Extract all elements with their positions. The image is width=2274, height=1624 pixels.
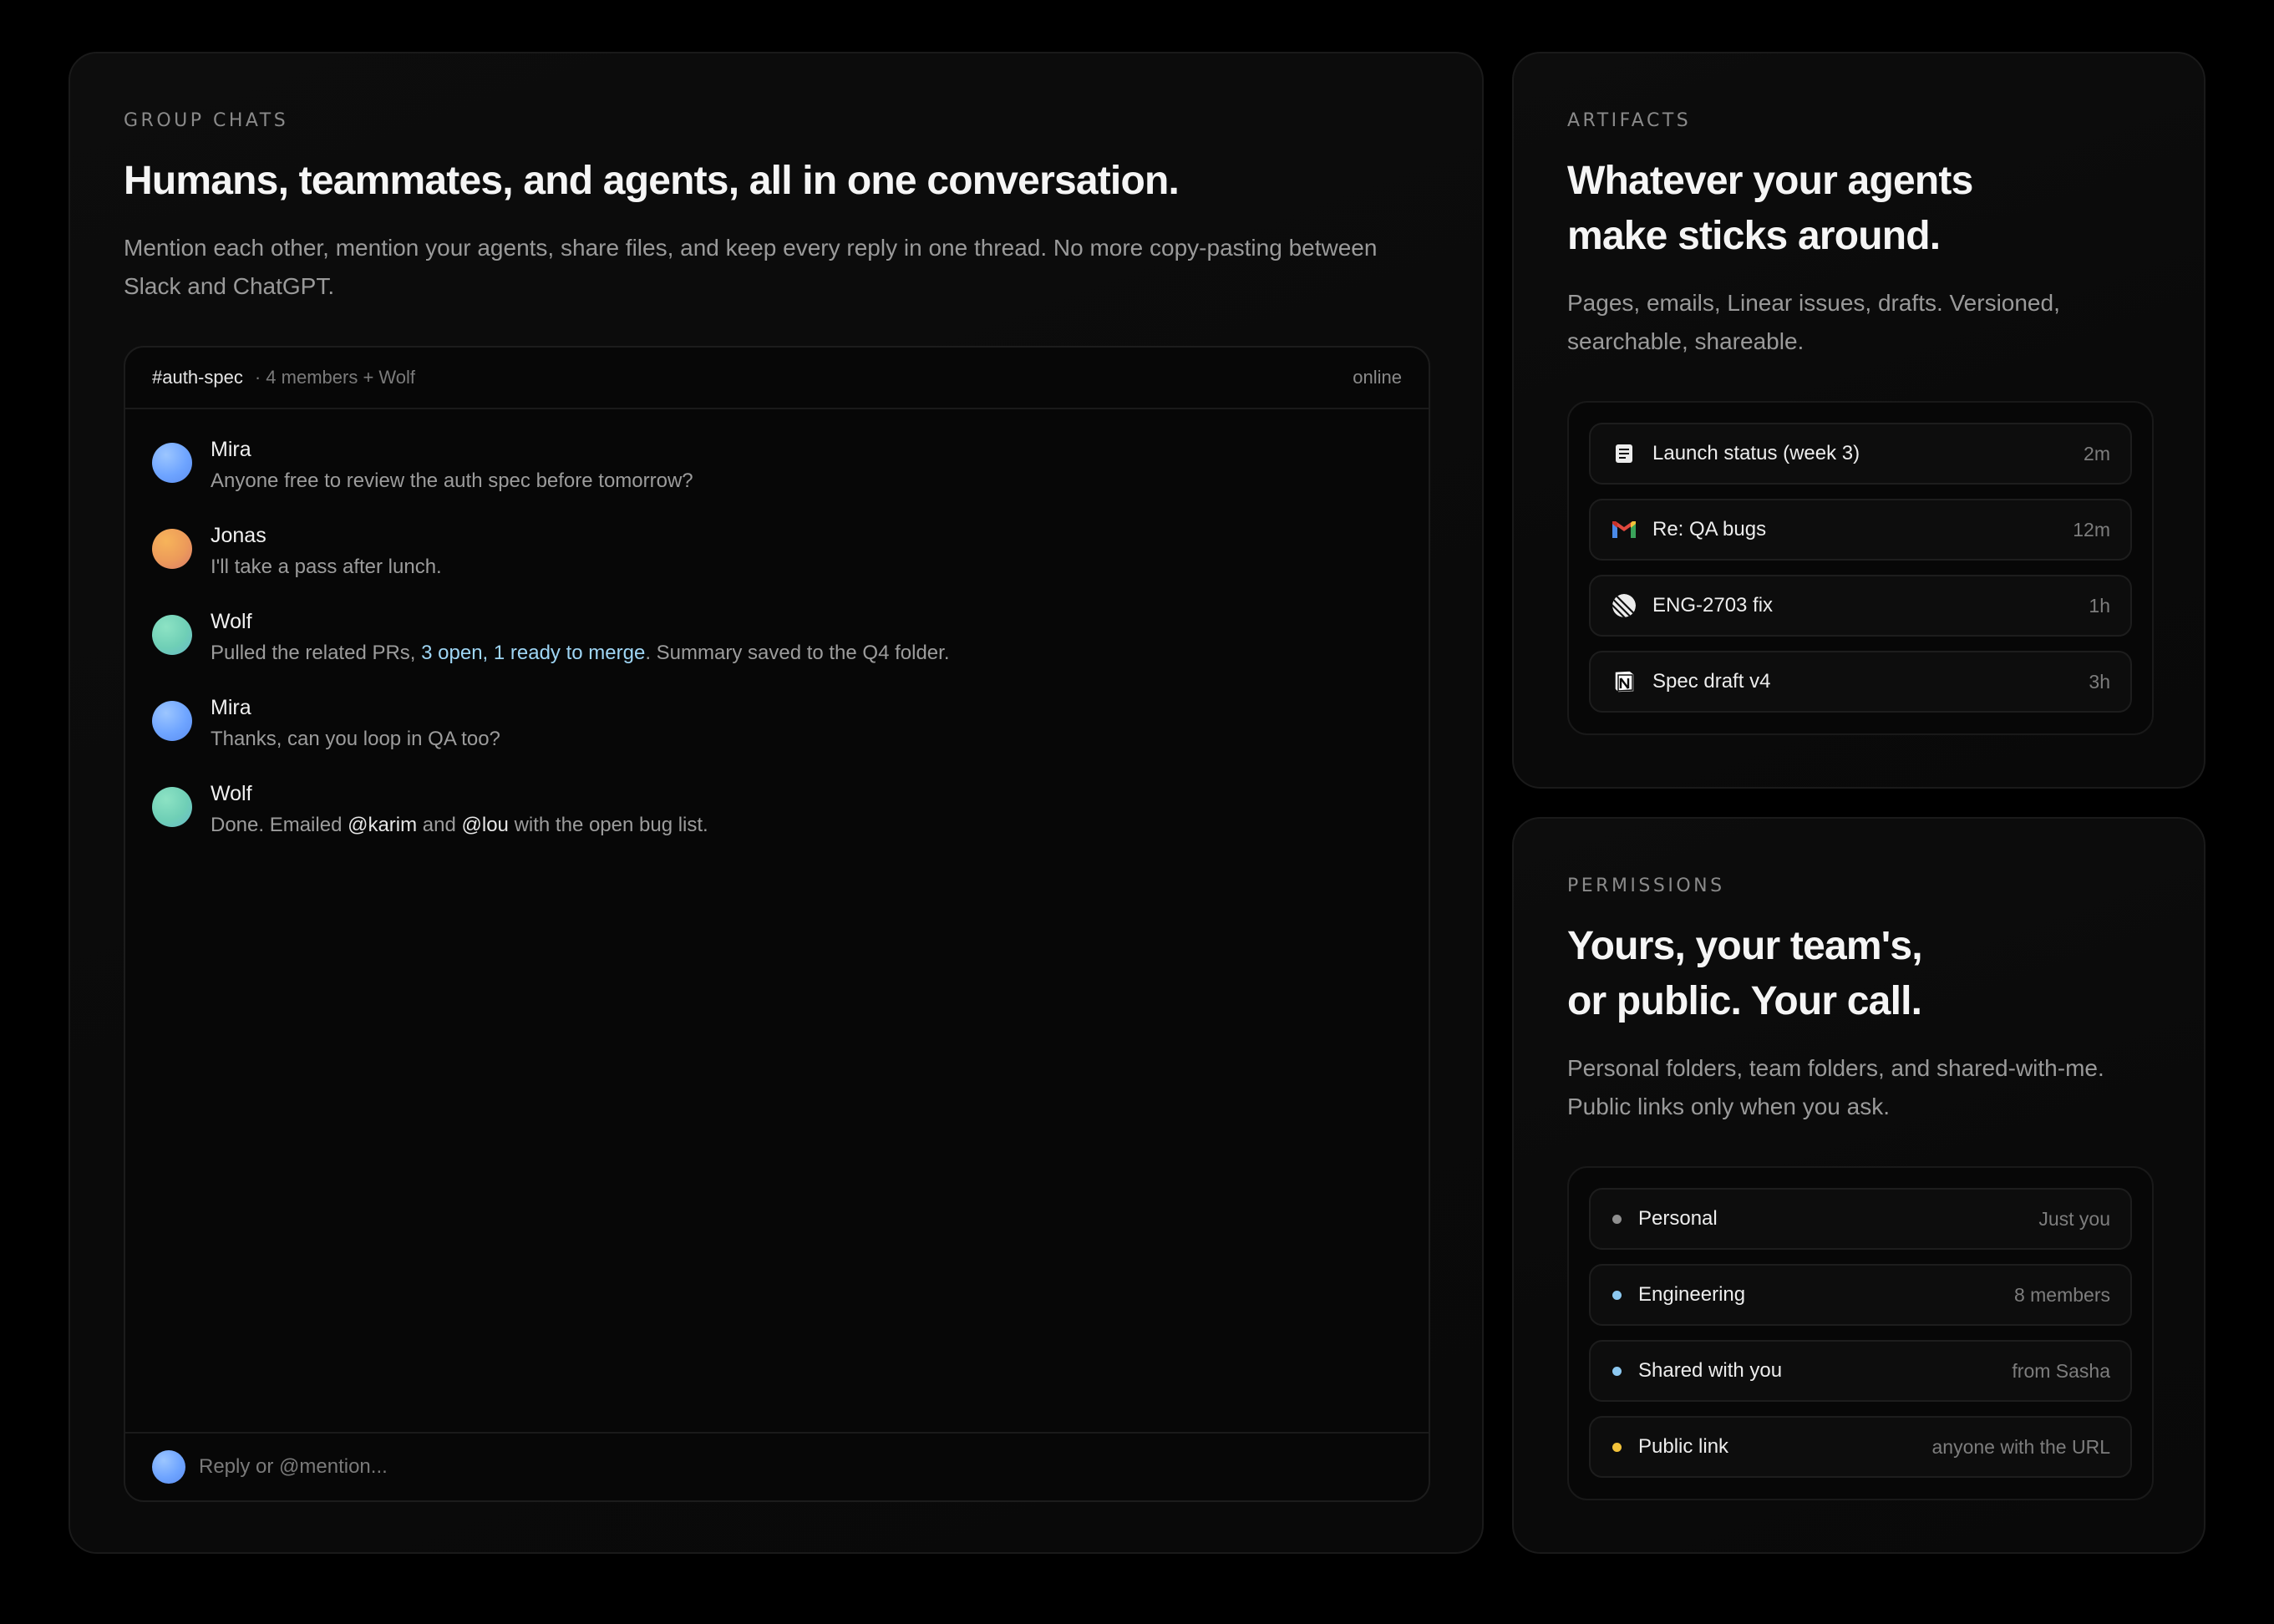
reply-composer [125, 1432, 1429, 1500]
online-status: online [1353, 367, 1402, 388]
permission-row-shared[interactable]: Shared with you from Sasha [1589, 1340, 2132, 1402]
message-text-before: Pulled the related PRs, [211, 642, 422, 664]
message-sender[interactable]: Wolf [211, 779, 708, 809]
description-line-1: Mention each other, mention your agents,… [124, 235, 1378, 261]
channel-members: · 4 members + Wolf [254, 367, 416, 388]
avatar[interactable] [152, 787, 192, 827]
message-sender[interactable]: Jonas [211, 520, 442, 551]
headline-line-1: Whatever your agents [1567, 159, 1973, 203]
permission-scope: from Sasha [2012, 1359, 2110, 1382]
artifact-time: 2m [2084, 442, 2110, 464]
description-line-2: Public links only when you ask. [1567, 1094, 1890, 1119]
message: Wolf Done. Emailed @karim and @lou with … [152, 779, 1402, 865]
avatar[interactable] [152, 443, 192, 483]
chat-header: #auth-spec · 4 members + Wolf online [125, 348, 1429, 409]
description-line-2: searchable, shareable. [1567, 328, 1804, 354]
message-text: Pulled the related PRs, 3 open, 1 ready … [211, 637, 949, 670]
artifacts-list: Launch status (week 3) 2m Re: QA bugs 12… [1567, 401, 2154, 735]
permission-row-engineering[interactable]: Engineering 8 members [1589, 1264, 2132, 1326]
artifact-time: 3h [2089, 670, 2110, 693]
gmail-icon [1611, 516, 1637, 543]
artifact-row[interactable]: ENG-2703 fix 1h [1589, 575, 2132, 637]
message: Mira Thanks, can you loop in QA too? [152, 693, 1402, 779]
message: Mira Anyone free to review the auth spec… [152, 434, 1402, 520]
message-text-after: . Summary saved to the Q4 folder. [645, 642, 950, 664]
chat-window: #auth-spec · 4 members + Wolf online Mir… [124, 346, 1430, 1502]
artifacts-headline: Whatever your agents make sticks around. [1567, 154, 1973, 264]
status-dot [1612, 1442, 1622, 1452]
permission-label: Personal [1638, 1207, 1718, 1230]
channel-name[interactable]: #auth-spec [152, 367, 243, 388]
composer-avatar [152, 1450, 185, 1484]
permission-scope: anyone with the URL [1931, 1435, 2110, 1458]
group-chats-headline: Humans, teammates, and agents, all in on… [124, 159, 1180, 203]
notion-icon [1611, 668, 1637, 695]
description-line-2: Slack and ChatGPT. [124, 273, 335, 299]
permissions-headline: Yours, your team's, or public. Your call… [1567, 919, 1923, 1029]
reply-input[interactable] [199, 1455, 1285, 1479]
group-chats-description: Mention each other, mention your agents,… [124, 229, 1377, 306]
artifact-title: Re: QA bugs [1652, 518, 1767, 540]
mention-karim[interactable]: @karim [348, 814, 417, 836]
message-list: Mira Anyone free to review the auth spec… [125, 409, 1429, 865]
artifact-row[interactable]: Re: QA bugs 12m [1589, 499, 2132, 561]
artifact-title: ENG-2703 fix [1652, 594, 1774, 617]
artifacts-eyebrow: ARTIFACTS [1567, 110, 1692, 131]
status-dot [1612, 1214, 1622, 1224]
permission-row-personal[interactable]: Personal Just you [1589, 1188, 2132, 1250]
permission-scope: Just you [2038, 1207, 2110, 1230]
message: Jonas I'll take a pass after lunch. [152, 520, 1402, 606]
message-text: Thanks, can you loop in QA too? [211, 728, 500, 750]
group-chats-eyebrow: GROUP CHATS [124, 110, 289, 131]
artifact-time: 12m [2073, 518, 2110, 540]
status-dot [1612, 1290, 1622, 1300]
mention-lou[interactable]: @lou [462, 814, 509, 836]
artifact-row[interactable]: Spec draft v4 3h [1589, 651, 2132, 713]
permission-label: Engineering [1638, 1283, 1746, 1306]
permissions-card: PERMISSIONS Yours, your team's, or publi… [1512, 817, 2205, 1554]
artifact-title: Spec draft v4 [1652, 670, 1771, 693]
group-chats-card: GROUP CHATS Humans, teammates, and agent… [69, 52, 1484, 1554]
message-text: Anyone free to review the auth spec befo… [211, 469, 693, 492]
artifacts-card: ARTIFACTS Whatever your agents make stic… [1512, 52, 2205, 789]
permission-label: Public link [1638, 1435, 1729, 1458]
headline-line-1: Yours, your team's, [1567, 924, 1923, 968]
description-line-1: Personal folders, team folders, and shar… [1567, 1055, 2104, 1081]
message-sender[interactable]: Wolf [211, 606, 949, 637]
permission-row-public-link[interactable]: Public link anyone with the URL [1589, 1416, 2132, 1478]
permission-label: Shared with you [1638, 1359, 1783, 1382]
message-text: Done. Emailed @karim and @lou with the o… [211, 809, 708, 842]
artifact-title: Launch status (week 3) [1652, 442, 1860, 464]
status-dot [1612, 1366, 1622, 1376]
description-line-1: Pages, emails, Linear issues, drafts. Ve… [1567, 290, 2060, 316]
headline-line-2: or public. Your call. [1567, 979, 1922, 1023]
permissions-eyebrow: PERMISSIONS [1567, 875, 1725, 896]
avatar[interactable] [152, 701, 192, 741]
message-text-part: and [417, 814, 462, 836]
artifact-row[interactable]: Launch status (week 3) 2m [1589, 423, 2132, 485]
avatar[interactable] [152, 529, 192, 569]
permission-scope: 8 members [2013, 1283, 2110, 1306]
headline-line-2: make sticks around. [1567, 214, 1941, 258]
message-sender[interactable]: Mira [211, 693, 500, 723]
message-text-part: Done. Emailed [211, 814, 348, 836]
document-icon [1611, 440, 1637, 467]
artifacts-description: Pages, emails, Linear issues, drafts. Ve… [1567, 284, 2060, 361]
permissions-description: Personal folders, team folders, and shar… [1567, 1049, 2104, 1126]
pr-summary-link[interactable]: 3 open, 1 ready to merge [421, 642, 645, 664]
message-sender[interactable]: Mira [211, 434, 693, 464]
permissions-list: Personal Just you Engineering 8 members … [1567, 1166, 2154, 1500]
artifact-time: 1h [2089, 594, 2110, 617]
message: Wolf Pulled the related PRs, 3 open, 1 r… [152, 606, 1402, 693]
avatar[interactable] [152, 615, 192, 655]
linear-icon [1611, 592, 1637, 619]
message-text-part: with the open bug list. [508, 814, 708, 836]
message-text: I'll take a pass after lunch. [211, 556, 442, 578]
